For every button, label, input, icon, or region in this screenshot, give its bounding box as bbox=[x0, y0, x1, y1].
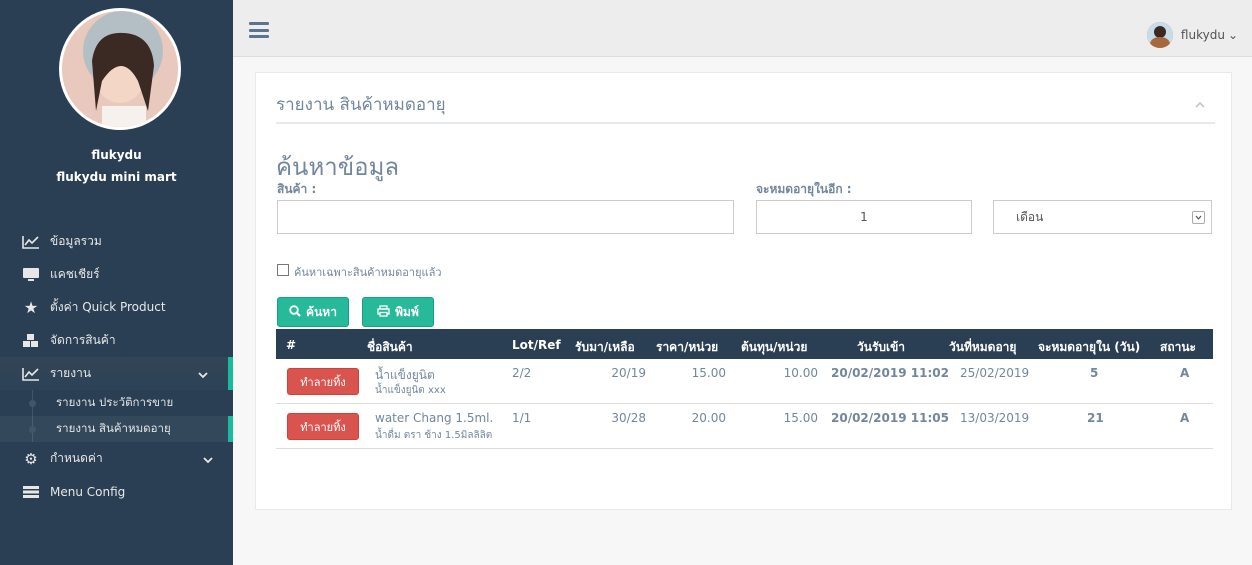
print-button[interactable]: พิมพ์ bbox=[362, 297, 434, 327]
product-name: water Chang 1.5ml. bbox=[375, 411, 494, 425]
search-button[interactable]: ค้นหา bbox=[277, 297, 349, 327]
sidebar-item-cashier[interactable]: แคชเชียร์ bbox=[0, 258, 233, 291]
received-remaining: 20/19 bbox=[611, 366, 646, 380]
sidebar-item-label: ตั้งค่า Quick Product bbox=[50, 300, 166, 314]
unit-price: 20.00 bbox=[691, 411, 726, 425]
user-avatar bbox=[1146, 22, 1173, 48]
sidebar-item-manage-products[interactable]: จัดการสินค้า bbox=[0, 324, 233, 357]
status: A bbox=[1180, 366, 1190, 380]
col-header-price: ราคา/หน่วย bbox=[656, 340, 719, 354]
expired-only-checkbox[interactable] bbox=[277, 264, 289, 276]
sidebar: flukydu flukydu mini mart ข้อมูลรวม แคชเ… bbox=[0, 0, 233, 565]
expired-only-label: ค้นหาเฉพาะสินค้าหมดอายุแล้ว bbox=[294, 266, 442, 279]
destroy-button[interactable]: ทำลายทิ้ง bbox=[287, 413, 359, 440]
username: flukydu bbox=[1180, 28, 1225, 42]
expire-unit-value: เดือน bbox=[1016, 209, 1044, 224]
col-header-days-left: จะหมดอายุใน (วัน) bbox=[1038, 340, 1141, 354]
sidebar-item-menu-config[interactable]: Menu Config bbox=[0, 475, 233, 508]
lot-ref: 1/1 bbox=[512, 411, 532, 425]
chevron-down-icon bbox=[203, 453, 213, 467]
table-row: ทำลายทิ้ง น้ำแข็งยูนิต น้ำแข็งยูนิต xxx … bbox=[276, 359, 1213, 404]
col-header-cost: ต้นทุน/หน่วย bbox=[741, 340, 808, 354]
received-remaining: 30/28 bbox=[611, 411, 646, 425]
report-panel: รายงาน สินค้าหมดอายุ ค้นหาข้อมูล สินค้า … bbox=[255, 72, 1232, 510]
reports-submenu: รายงาน ประวัติการขาย รายงาน สินค้าหมดอาย… bbox=[0, 390, 233, 442]
product-subname: น้ำดื่ม ตรา ช้าง 1.5มิลลิลิต bbox=[375, 430, 493, 441]
col-header-expire-date: วันที่หมดอายุ bbox=[949, 340, 1017, 354]
line-chart-icon bbox=[20, 367, 42, 381]
sidebar-item-overview[interactable]: ข้อมูลรวม bbox=[0, 225, 233, 258]
sidebar-item-reports[interactable]: รายงาน bbox=[0, 357, 233, 390]
line-chart-icon bbox=[20, 235, 42, 249]
desktop-icon bbox=[20, 267, 42, 282]
expire-within-input[interactable]: 1 bbox=[756, 200, 972, 234]
sidebar-item-label: กำหนดค่า bbox=[50, 451, 103, 465]
col-header-product-name: ชื่อสินค้า bbox=[367, 340, 413, 354]
chevron-down-icon: ⌄ bbox=[1227, 28, 1238, 42]
sidebar-item-settings[interactable]: ⚙ กำหนดค่า bbox=[0, 442, 233, 475]
col-header-received-date: วันรับเข้า bbox=[857, 340, 906, 354]
panel-divider bbox=[276, 122, 1215, 124]
received-date: 20/02/2019 11:02 bbox=[831, 366, 949, 380]
col-header-status: สถานะ bbox=[1160, 340, 1196, 354]
received-date: 20/02/2019 11:05 bbox=[831, 411, 949, 425]
unit-cost: 15.00 bbox=[783, 411, 818, 425]
sidebar-subitem-sales-history[interactable]: รายงาน ประวัติการขาย bbox=[0, 390, 233, 416]
col-header-lot: Lot/Ref bbox=[512, 338, 561, 352]
sidebar-item-label: แคชเชียร์ bbox=[50, 267, 100, 281]
expire-unit-select[interactable]: เดือน bbox=[993, 200, 1212, 234]
product-subname: น้ำแข็งยูนิต xxx bbox=[375, 385, 446, 396]
sidebar-subitem-label: รายงาน สินค้าหมดอายุ bbox=[56, 421, 171, 435]
expired-products-table: # ชื่อสินค้า Lot/Ref รับมา/เหลือ ราคา/หน… bbox=[276, 329, 1213, 449]
sidebar-item-quick-product[interactable]: ★ ตั้งค่า Quick Product bbox=[0, 291, 233, 324]
sidebar-item-label: จัดการสินค้า bbox=[50, 333, 116, 347]
status: A bbox=[1180, 411, 1190, 425]
sidebar-menu: ข้อมูลรวม แคชเชียร์ ★ ตั้งค่า Quick Prod… bbox=[0, 225, 233, 508]
unit-price: 15.00 bbox=[691, 366, 726, 380]
sidebar-subitem-label: รายงาน ประวัติการขาย bbox=[56, 395, 174, 409]
profile-avatar bbox=[59, 8, 181, 130]
submenu-dot bbox=[29, 426, 36, 433]
expire-within-label: จะหมดอายุในอีก : bbox=[756, 182, 852, 196]
expire-date: 13/03/2019 bbox=[960, 411, 1030, 425]
sidebar-subitem-expired-products[interactable]: รายงาน สินค้าหมดอายุ bbox=[0, 416, 233, 442]
product-search-input[interactable] bbox=[277, 200, 734, 234]
sidebar-item-label: Menu Config bbox=[50, 484, 126, 499]
search-button-label: ค้นหา bbox=[306, 304, 337, 319]
panel-title: รายงาน สินค้าหมดอายุ bbox=[276, 95, 446, 115]
col-header-received-remaining: รับมา/เหลือ bbox=[575, 340, 635, 354]
col-header-index: # bbox=[286, 338, 297, 352]
days-left: 21 bbox=[1087, 411, 1104, 425]
user-menu[interactable]: flukydu ⌄ bbox=[1146, 22, 1238, 48]
product-label: สินค้า : bbox=[277, 182, 317, 196]
days-left: 5 bbox=[1090, 366, 1099, 380]
profile-name: flukydu bbox=[91, 148, 142, 162]
destroy-button[interactable]: ทำลายทิ้ง bbox=[287, 368, 359, 395]
cubes-icon bbox=[20, 333, 42, 349]
list-icon bbox=[20, 485, 42, 499]
star-icon: ★ bbox=[23, 298, 39, 317]
unit-cost: 10.00 bbox=[783, 366, 818, 380]
chevron-down-icon bbox=[198, 368, 208, 382]
chevron-down-icon bbox=[1192, 211, 1205, 224]
collapse-icon[interactable] bbox=[1195, 97, 1205, 108]
cogs-icon: ⚙ bbox=[24, 449, 38, 468]
menu-toggle-icon[interactable] bbox=[249, 22, 269, 38]
print-icon bbox=[377, 304, 390, 320]
table-header: # ชื่อสินค้า Lot/Ref รับมา/เหลือ ราคา/หน… bbox=[276, 329, 1213, 359]
table-row: ทำลายทิ้ง water Chang 1.5ml. น้ำดื่ม ตรา… bbox=[276, 404, 1213, 449]
sidebar-item-label: ข้อมูลรวม bbox=[50, 234, 102, 248]
expire-date: 25/02/2019 bbox=[960, 366, 1030, 380]
lot-ref: 2/2 bbox=[512, 366, 532, 380]
store-name: flukydu mini mart bbox=[56, 170, 177, 184]
submenu-dot bbox=[29, 400, 36, 407]
top-nav: flukydu ⌄ bbox=[233, 0, 1252, 57]
sidebar-item-label: รายงาน bbox=[50, 366, 92, 380]
search-icon bbox=[289, 304, 301, 320]
print-button-label: พิมพ์ bbox=[395, 304, 419, 319]
